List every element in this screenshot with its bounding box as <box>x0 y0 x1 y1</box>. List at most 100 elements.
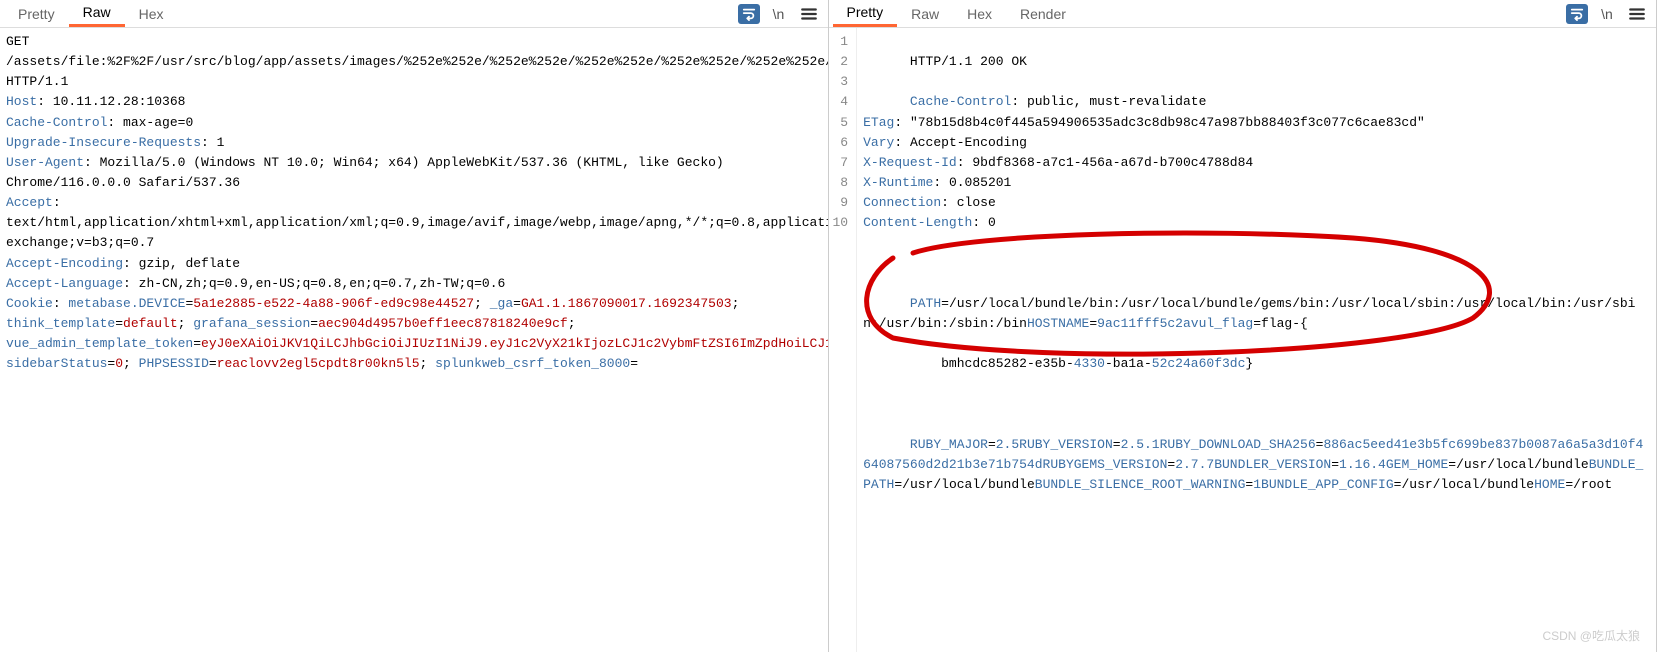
header-value: "78b15d8b4c0f445a594906535adc3c8db98c47a… <box>910 115 1425 130</box>
env-hostname-value: 9ac11fff5c2a <box>1097 316 1191 331</box>
line-number: 5 <box>833 113 849 133</box>
request-pane: Pretty Raw Hex \n GET /assets/file:%2F%2… <box>0 0 829 652</box>
status-line: HTTP/1.1 200 OK <box>910 54 1027 69</box>
cookie-name: splunkweb_csrf_token_8000 <box>435 356 630 371</box>
env-hostname-label: HOSTNAME <box>1027 316 1089 331</box>
line-number: 9 <box>833 193 849 213</box>
app-config: /usr/local/bundle <box>1401 477 1534 492</box>
watermark: CSDN @吃瓜太狼 <box>1542 627 1640 644</box>
cookie-name: _ga <box>490 296 513 311</box>
header-value: Mozilla/5.0 (Windows NT 10.0; Win64; x64… <box>6 155 724 190</box>
gem-home-label: GEM_HOME <box>1386 457 1448 472</box>
http-method: GET <box>6 34 29 49</box>
header-value: 1 <box>217 135 225 150</box>
hamburger-icon[interactable] <box>1626 4 1648 24</box>
rubygems-label: RUBYGEMS_VERSION <box>1043 457 1168 472</box>
header-value: 10.11.12.28:10368 <box>53 94 186 109</box>
cookie-name: think_template <box>6 316 115 331</box>
line-number: 2 <box>833 52 849 72</box>
header-name: Cache-Control <box>6 115 107 130</box>
request-tabbar: Pretty Raw Hex \n <box>0 0 828 28</box>
header-value: 0 <box>988 215 996 230</box>
request-content[interactable]: GET /assets/file:%2F%2F/usr/src/blog/app… <box>0 28 828 652</box>
header-name: Accept-Encoding <box>6 256 123 271</box>
ruby-sha-label: RUBY_DOWNLOAD_SHA256 <box>1160 437 1316 452</box>
http-path: /assets/file:%2F%2F/usr/src/blog/app/ass… <box>6 54 828 89</box>
header-name: Vary <box>863 135 894 150</box>
flag-label: vul_flag <box>1191 316 1253 331</box>
app-config-label: BUNDLE_APP_CONFIG <box>1261 477 1394 492</box>
silence: 1 <box>1253 477 1261 492</box>
ruby-major: 2.5 <box>996 437 1019 452</box>
header-value: 9bdf8368-a7c1-456a-a67d-b700c4788d84 <box>972 155 1253 170</box>
header-name: Host <box>6 94 37 109</box>
cookie-value: eyJ0eXAiOiJKV1QiLCJhbGciOiJIUzI1NiJ9.eyJ… <box>201 336 827 351</box>
cookie-value: aec904d4957b0eff1eec87818240e9cf <box>318 316 568 331</box>
ruby-version: 2.5.1 <box>1121 437 1160 452</box>
tab-hex[interactable]: Hex <box>125 2 178 26</box>
line-number: 4 <box>833 92 849 112</box>
line-number: 6 <box>833 133 849 153</box>
response-code: HTTP/1.1 200 OK Cache-Control: public, m… <box>857 28 1656 652</box>
header-name: Accept <box>6 195 53 210</box>
header-name: X-Request-Id <box>863 155 957 170</box>
cookie-header-name: Cookie <box>6 296 53 311</box>
cookie-value: GA1.1.1867090017.1692347503 <box>521 296 732 311</box>
newline-icon[interactable]: \n <box>1596 4 1618 24</box>
wrap-icon[interactable] <box>738 4 760 24</box>
header-value: gzip, deflate <box>139 256 240 271</box>
tab-hex[interactable]: Hex <box>953 2 1006 26</box>
tab-pretty[interactable]: Pretty <box>4 2 69 26</box>
line-number: 7 <box>833 153 849 173</box>
cookie-value: 0 <box>115 356 123 371</box>
cookie-name: metabase.DEVICE <box>68 296 185 311</box>
cookie-name: grafana_session <box>193 316 310 331</box>
tab-raw[interactable]: Raw <box>897 2 953 26</box>
line-gutter: 12345678910 <box>829 28 858 652</box>
line-number: 10 <box>833 213 849 233</box>
ruby-version-label: RUBY_VERSION <box>1019 437 1113 452</box>
cookie-value: 5a1e2885-e522-4a88-906f-ed9c98e44527 <box>193 296 474 311</box>
env-path-label: PATH <box>910 296 941 311</box>
gem-home: /usr/local/bundle <box>1456 457 1589 472</box>
cookie-name: PHPSESSID <box>139 356 209 371</box>
rubygems: 2.7.7 <box>1175 457 1214 472</box>
header-value: close <box>957 195 996 210</box>
tab-raw[interactable]: Raw <box>69 0 125 27</box>
header-name: User-Agent <box>6 155 84 170</box>
bundler: 1.16.4 <box>1339 457 1386 472</box>
header-name: ETag <box>863 115 894 130</box>
bundle-path: /usr/local/bundle <box>902 477 1035 492</box>
hamburger-icon[interactable] <box>798 4 820 24</box>
header-value: max-age=0 <box>123 115 193 130</box>
cookie-value: reaclovv2egl5cpdt8r00kn5l5 <box>217 356 420 371</box>
header-name: Accept-Language <box>6 276 123 291</box>
response-pane: Pretty Raw Hex Render \n 12345678910 HTT… <box>829 0 1657 652</box>
line-number: 8 <box>833 173 849 193</box>
tab-pretty[interactable]: Pretty <box>833 0 898 27</box>
header-value: text/html,application/xhtml+xml,applicat… <box>6 215 828 250</box>
tab-render[interactable]: Render <box>1006 2 1080 26</box>
cookie-name: sidebarStatus <box>6 356 107 371</box>
cookie-value: default <box>123 316 178 331</box>
home: /root <box>1573 477 1612 492</box>
header-name: X-Runtime <box>863 175 933 190</box>
line-number: 1 <box>833 32 849 52</box>
header-value: Accept-Encoding <box>910 135 1027 150</box>
header-name: Upgrade-Insecure-Requests <box>6 135 201 150</box>
header-value: 0.085201 <box>949 175 1011 190</box>
header-value: public, must-revalidate <box>1027 94 1206 109</box>
silence-label: BUNDLE_SILENCE_ROOT_WARNING <box>1035 477 1246 492</box>
header-name: Cache-Control <box>910 94 1011 109</box>
cookie-name: vue_admin_template_token <box>6 336 193 351</box>
response-content[interactable]: 12345678910 HTTP/1.1 200 OK Cache-Contro… <box>829 28 1657 652</box>
home-label: HOME <box>1534 477 1565 492</box>
header-name: Content-Length <box>863 215 972 230</box>
header-value: zh-CN,zh;q=0.9,en-US;q=0.8,en;q=0.7,zh-T… <box>139 276 506 291</box>
header-name: Connection <box>863 195 941 210</box>
line-number: 3 <box>833 72 849 92</box>
bundler-label: BUNDLER_VERSION <box>1214 457 1331 472</box>
wrap-icon[interactable] <box>1566 4 1588 24</box>
ruby-major-label: RUBY_MAJOR <box>910 437 988 452</box>
newline-icon[interactable]: \n <box>768 4 790 24</box>
